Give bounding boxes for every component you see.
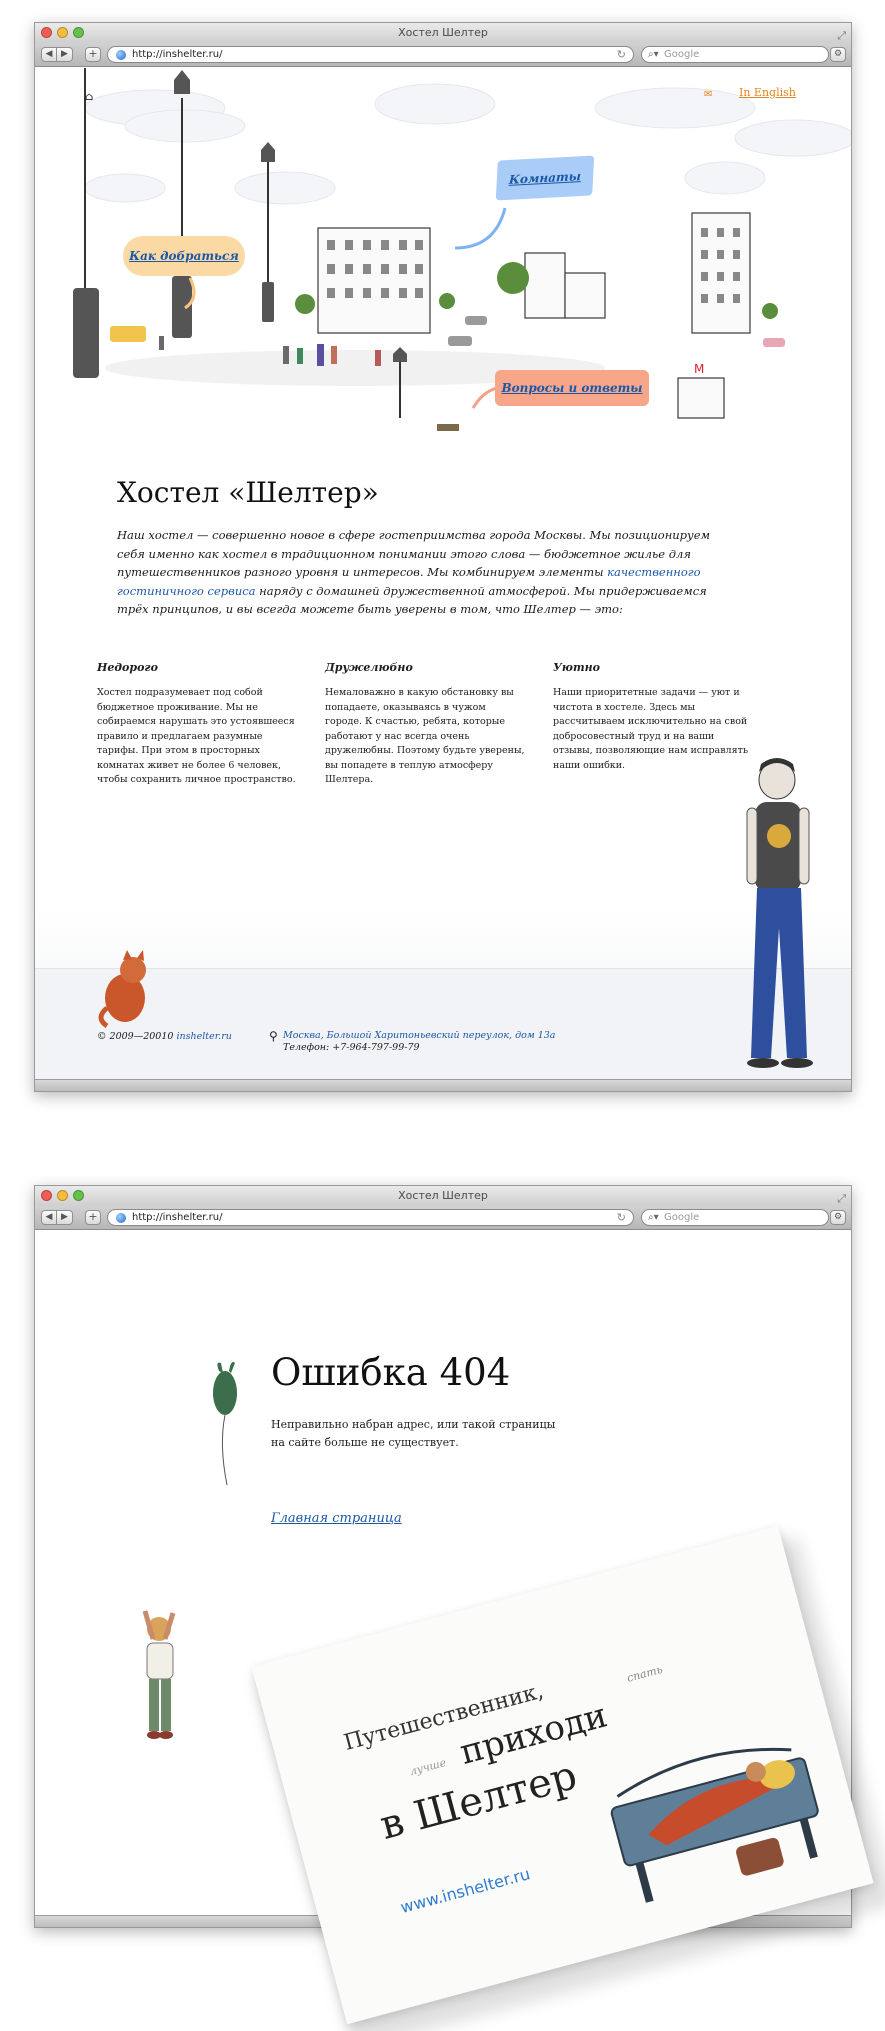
window-titlebar: Хостел Шелтер ⤢ (35, 23, 851, 43)
close-window-button[interactable] (41, 27, 52, 38)
intro-paragraph: Наш хостел — совершенно новое в сфере го… (117, 526, 727, 619)
contact-block: Москва, Большой Харитоньевский переулок,… (283, 1030, 555, 1054)
site-link[interactable]: inshelter.ru (176, 1031, 231, 1042)
close-window-button[interactable] (41, 1190, 52, 1201)
principle-column: Недорого Хостел подразумевает под собой … (97, 661, 297, 788)
copyright-text: © 2009—20010 (97, 1031, 177, 1042)
back-button[interactable]: ◀ (41, 1210, 57, 1225)
reload-icon[interactable]: ↻ (617, 1210, 626, 1225)
window-titlebar: Хостел Шелтер ⤢ (35, 1186, 851, 1206)
minimize-window-button[interactable] (57, 27, 68, 38)
postcard-word-better: лучше (408, 1755, 448, 1779)
young-man-illustration (746, 758, 813, 1068)
zoom-window-button[interactable] (73, 27, 84, 38)
home-page-link[interactable]: Главная страница (271, 1511, 402, 1526)
address-bar[interactable]: http://inshelter.ru/ ↻ (107, 46, 634, 63)
cat-illustration (98, 950, 146, 1028)
principle-heading: Уютно (553, 661, 600, 674)
traffic-lights (41, 1190, 84, 1201)
map-pin-icon: ⚲ (269, 1029, 278, 1043)
forward-button[interactable]: ▶ (57, 47, 73, 62)
forward-button[interactable]: ▶ (57, 1210, 73, 1225)
rooms-link[interactable]: Комнаты (495, 155, 595, 201)
mail-icon[interactable]: ✉ (704, 89, 712, 100)
back-button[interactable]: ◀ (41, 47, 57, 62)
principle-heading: Дружелюбно (325, 661, 413, 674)
address-bar[interactable]: http://inshelter.ru/ ↻ (107, 1209, 634, 1226)
settings-gear-button[interactable]: ⚙ (830, 1210, 846, 1225)
phone-number: Телефон: +7-964-797-99-79 (283, 1042, 420, 1053)
nav-buttons: ◀ ▶ (41, 1210, 73, 1225)
error-message: Неправильно набран адрес, или такой стра… (271, 1418, 556, 1449)
page-content-home: M ⌂ ✉ In English Как добраться Комнаты В… (35, 68, 851, 1083)
address-link[interactable]: Москва, Большой Харитоньевский переулок,… (283, 1030, 555, 1041)
browser-toolbar: ◀ ▶ + http://inshelter.ru/ ↻ ⌕▾ Google ⚙ (35, 1206, 851, 1230)
principle-text: Наши приоритетные задачи — уют и чистота… (553, 687, 749, 771)
zoom-window-button[interactable] (73, 1190, 84, 1201)
address-bar-url: http://inshelter.ru/ (132, 49, 223, 60)
address-bar-url: http://inshelter.ru/ (132, 1212, 223, 1223)
postcard-word-sleep: спать (625, 1662, 664, 1685)
browser-toolbar: ◀ ▶ + http://inshelter.ru/ ↻ ⌕▾ Google ⚙ (35, 43, 851, 67)
principle-column: Уютно Наши приоритетные задачи — уют и ч… (553, 661, 753, 773)
search-placeholder: Google (664, 49, 700, 60)
window-title: Хостел Шелтер (398, 26, 488, 39)
principle-column: Дружелюбно Немаловажно в какую обстановк… (325, 661, 525, 788)
english-language-link[interactable]: In English (739, 86, 796, 99)
svg-text:M: M (694, 362, 704, 376)
child-illustration (142, 1610, 176, 1739)
add-bookmark-button[interactable]: + (85, 1210, 101, 1225)
copyright: © 2009—20010 inshelter.ru (97, 1031, 232, 1042)
globe-icon (116, 1213, 126, 1223)
window-bottom-bar (35, 1079, 851, 1091)
hare-balloon-illustration (213, 1362, 237, 1486)
add-bookmark-button[interactable]: + (85, 47, 101, 62)
principle-text: Хостел подразумевает под собой бюджетное… (97, 687, 296, 785)
page-title: Хостел «Шелтер» (117, 476, 379, 509)
settings-gear-button[interactable]: ⚙ (830, 47, 846, 62)
home-icon[interactable]: ⌂ (85, 90, 93, 103)
window-title: Хостел Шелтер (398, 1189, 488, 1202)
bench-sleeper-illustration (610, 1747, 819, 1903)
principle-heading: Недорого (97, 661, 158, 674)
globe-icon (116, 50, 126, 60)
error-title: Ошибка 404 (271, 1351, 511, 1394)
minimize-window-button[interactable] (57, 1190, 68, 1201)
nav-buttons: ◀ ▶ (41, 47, 73, 62)
search-field[interactable]: ⌕▾ Google (641, 1209, 829, 1226)
postcard-url: www.inshelter.ru (398, 1864, 533, 1918)
faq-link[interactable]: Вопросы и ответы (495, 370, 649, 406)
reload-icon[interactable]: ↻ (617, 47, 626, 62)
traffic-lights (41, 27, 84, 38)
search-field[interactable]: ⌕▾ Google (641, 46, 829, 63)
principle-text: Немаловажно в какую обстановку вы попада… (325, 687, 525, 785)
browser-window-home: Хостел Шелтер ⤢ ◀ ▶ + http://inshelter.r… (34, 22, 852, 1092)
how-to-get-link[interactable]: Как добраться (123, 236, 245, 276)
search-icon: ⌕▾ (648, 1212, 659, 1223)
search-icon: ⌕▾ (648, 49, 659, 60)
search-placeholder: Google (664, 1212, 700, 1223)
